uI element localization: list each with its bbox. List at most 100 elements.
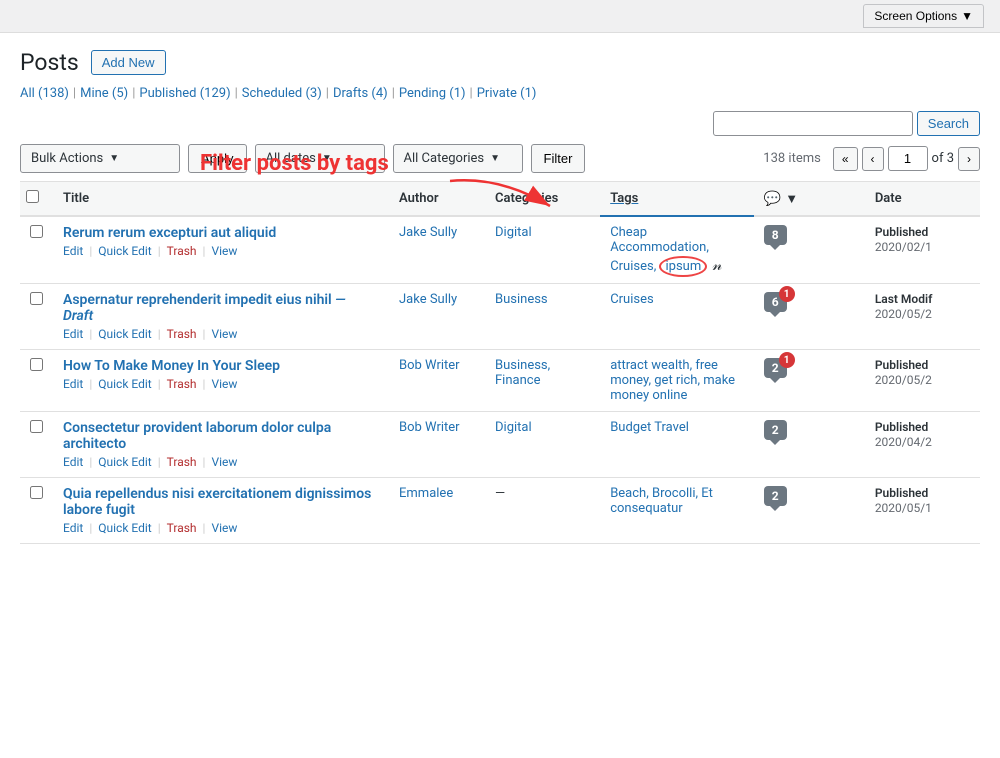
filter-scheduled[interactable]: Scheduled (3): [242, 86, 322, 101]
row-checkbox[interactable]: [30, 225, 43, 238]
row-checkbox-cell: [20, 412, 53, 478]
comment-badge: 1: [779, 286, 795, 302]
select-all-checkbox-cell: [20, 182, 53, 217]
category-link[interactable]: Digital: [495, 420, 532, 435]
filter-published[interactable]: Published (129): [139, 86, 230, 101]
filter-pending[interactable]: Pending (1): [399, 86, 466, 101]
quick-edit-link[interactable]: Quick Edit: [98, 327, 151, 341]
screen-options-button[interactable]: Screen Options ▼: [863, 4, 984, 28]
comment-count-bubble[interactable]: 6 1: [764, 292, 787, 312]
post-title-link[interactable]: Consectetur provident laborum dolor culp…: [63, 420, 379, 452]
filter-mine[interactable]: Mine (5): [80, 86, 128, 101]
chevron-down-icon: ▼: [109, 153, 119, 164]
date-filter-dropdown[interactable]: All dates ▼: [255, 144, 385, 173]
row-date-cell: Published 2020/04/2: [865, 412, 980, 478]
tag-ipsum-link[interactable]: ipsum: [659, 256, 707, 277]
posts-table: Title Author Categories Tags 💬 ▼: [20, 181, 980, 544]
quick-edit-link[interactable]: Quick Edit: [98, 455, 151, 469]
row-checkbox[interactable]: [30, 292, 43, 305]
tag-link[interactable]: Beach, Brocolli, Et consequatur: [610, 486, 713, 516]
row-date-cell: Published 2020/05/2: [865, 350, 980, 412]
category-link[interactable]: Digital: [495, 225, 532, 240]
search-input[interactable]: [713, 111, 913, 136]
filter-drafts[interactable]: Drafts (4): [333, 86, 388, 101]
row-checkbox-cell: [20, 350, 53, 412]
row-title-cell: Quia repellendus nisi exercitationem dig…: [53, 478, 389, 544]
row-checkbox[interactable]: [30, 486, 43, 499]
trash-link[interactable]: Trash: [167, 327, 197, 341]
pagination: 138 items « ‹ of 3 ›: [763, 146, 980, 171]
quick-edit-link[interactable]: Quick Edit: [98, 244, 151, 258]
posts-list: Rerum rerum excepturi aut aliquid Edit |…: [20, 216, 980, 544]
search-button[interactable]: Search: [917, 111, 980, 136]
row-checkbox[interactable]: [30, 420, 43, 433]
edit-link[interactable]: Edit: [63, 377, 83, 391]
row-title-cell: Aspernatur reprehenderit impedit eius ni…: [53, 284, 389, 350]
first-page-button[interactable]: «: [833, 147, 858, 171]
category-link[interactable]: Business, Finance: [495, 358, 550, 388]
post-title-link[interactable]: How To Make Money In Your Sleep: [63, 358, 379, 374]
current-page-input[interactable]: [888, 146, 928, 171]
th-categories: Categories: [485, 182, 600, 217]
author-link[interactable]: Bob Writer: [399, 358, 460, 373]
quick-edit-link[interactable]: Quick Edit: [98, 521, 151, 535]
select-all-checkbox[interactable]: [26, 190, 39, 203]
view-link[interactable]: View: [211, 455, 237, 469]
post-title-link[interactable]: Aspernatur reprehenderit impedit eius ni…: [63, 292, 379, 324]
tag-link[interactable]: attract wealth, free money, get rich, ma…: [610, 358, 735, 403]
view-link[interactable]: View: [211, 327, 237, 341]
comment-count-bubble[interactable]: 2: [764, 420, 787, 440]
date-value: 2020/05/2: [875, 307, 932, 321]
table-nav: Bulk Actions ▼ Apply All dates ▼ All Cat…: [20, 144, 980, 173]
filter-all[interactable]: All (138): [20, 86, 69, 101]
view-link[interactable]: View: [211, 244, 237, 258]
prev-page-button[interactable]: ‹: [862, 147, 884, 171]
comment-count-bubble[interactable]: 2 1: [764, 358, 787, 378]
trash-link[interactable]: Trash: [167, 377, 197, 391]
table-row: Quia repellendus nisi exercitationem dig…: [20, 478, 980, 544]
apply-button[interactable]: Apply: [188, 144, 247, 173]
view-link[interactable]: View: [211, 521, 237, 535]
add-new-button[interactable]: Add New: [91, 50, 166, 75]
bulk-actions-dropdown[interactable]: Bulk Actions ▼: [20, 144, 180, 173]
view-link[interactable]: View: [211, 377, 237, 391]
row-checkbox-cell: [20, 284, 53, 350]
quick-edit-link[interactable]: Quick Edit: [98, 377, 151, 391]
author-link[interactable]: Emmalee: [399, 486, 453, 501]
filter-private[interactable]: Private (1): [477, 86, 537, 101]
comment-count-bubble[interactable]: 2: [764, 486, 787, 506]
date-status: Published: [875, 486, 928, 500]
tag-link[interactable]: Cruises: [610, 292, 654, 307]
category-filter-dropdown[interactable]: All Categories ▼: [393, 144, 523, 173]
th-comments[interactable]: 💬 ▼: [754, 182, 865, 217]
chevron-down-icon: ▼: [490, 153, 500, 164]
trash-link[interactable]: Trash: [167, 521, 197, 535]
row-categories-cell: —: [485, 478, 600, 544]
next-page-button[interactable]: ›: [958, 147, 980, 171]
tag-link[interactable]: Budget Travel: [610, 420, 689, 435]
th-tags[interactable]: Tags: [600, 182, 754, 217]
filter-button[interactable]: Filter: [531, 144, 586, 173]
items-count: 138 items: [763, 151, 821, 166]
row-checkbox[interactable]: [30, 358, 43, 371]
post-title-link[interactable]: Quia repellendus nisi exercitationem dig…: [63, 486, 379, 518]
table-row: Rerum rerum excepturi aut aliquid Edit |…: [20, 216, 980, 284]
category-link[interactable]: Business: [495, 292, 548, 307]
edit-link[interactable]: Edit: [63, 327, 83, 341]
table-row: How To Make Money In Your Sleep Edit | Q…: [20, 350, 980, 412]
edit-link[interactable]: Edit: [63, 521, 83, 535]
author-link[interactable]: Jake Sully: [399, 225, 457, 240]
date-value: 2020/05/2: [875, 373, 932, 387]
author-link[interactable]: Bob Writer: [399, 420, 460, 435]
comment-count-bubble[interactable]: 8: [764, 225, 787, 245]
edit-link[interactable]: Edit: [63, 455, 83, 469]
chevron-down-icon: ▼: [322, 153, 332, 164]
trash-link[interactable]: Trash: [167, 455, 197, 469]
author-link[interactable]: Jake Sully: [399, 292, 457, 307]
post-title-link[interactable]: Rerum rerum excepturi aut aliquid: [63, 225, 379, 241]
no-category: —: [495, 486, 505, 501]
screen-options-label: Screen Options: [874, 9, 957, 23]
comment-icon: 💬: [764, 191, 781, 207]
trash-link[interactable]: Trash: [167, 244, 197, 258]
edit-link[interactable]: Edit: [63, 244, 83, 258]
